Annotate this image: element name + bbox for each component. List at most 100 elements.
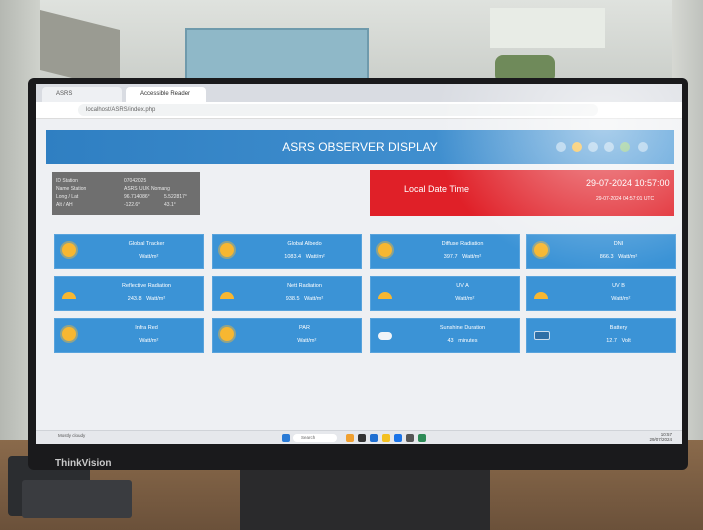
address-bar: localhost/ASRS/index.php (36, 102, 682, 119)
sensor-card: PAR Watt/m² (212, 318, 362, 353)
sensor-label: Diffuse Radiation (441, 241, 484, 247)
sensor-value: 866.3 Watt/m² (566, 254, 671, 260)
sensor-label: Global Albedo (287, 241, 322, 247)
monitor-screen: ASRS Accessible Reader localhost/ASRS/in… (36, 84, 682, 444)
start-icon[interactable] (282, 434, 290, 442)
sunset-icon (62, 292, 76, 299)
app-icon-2[interactable] (418, 434, 426, 442)
sensor-value: 938.5 Watt/m² (252, 296, 357, 302)
sensor-unit: Watt/m² (297, 338, 317, 344)
header-icon-3[interactable] (588, 142, 598, 152)
sensor-card: Infra Red Watt/m² (54, 318, 204, 353)
sensor-label: Nett Radiation (287, 283, 322, 289)
sensor-label: Infra Red (135, 325, 158, 331)
sensor-unit: Watt/m² (462, 254, 482, 260)
sensor-label: Global Tracker (128, 241, 165, 247)
sensor-value: 12.7 Volt (566, 338, 671, 344)
explorer-icon[interactable] (382, 434, 390, 442)
local-datetime-panel: Local Date Time 29-07-2024 10:57:00 29-0… (370, 170, 674, 216)
taskbar-search[interactable]: Search (293, 434, 337, 442)
sunset-icon (378, 292, 392, 299)
sensor-card: Global Tracker Watt/m² (54, 234, 204, 269)
sensor-value: Watt/m² (566, 296, 671, 302)
dashboard-header: ASRS OBSERVER DISPLAY (46, 130, 674, 164)
sensor-label: DNI (613, 241, 624, 247)
sensor-label: UV A (456, 283, 469, 289)
sunset-icon (220, 292, 234, 299)
sensor-card: Global Albedo 1083.4 Watt/m² (212, 234, 362, 269)
sensor-unit: Volt (621, 338, 631, 344)
header-icon-1[interactable] (556, 142, 566, 152)
sensor-number: 397.7 (443, 254, 458, 260)
sensor-label: Sunshine Duration (439, 325, 486, 331)
weather-widget[interactable]: Mostly cloudy (58, 433, 85, 438)
sensor-value: 243.8 Watt/m² (94, 296, 199, 302)
taskview-icon[interactable] (358, 434, 366, 442)
widgets-icon[interactable] (346, 434, 354, 442)
sunset-icon (534, 292, 548, 299)
sensor-unit: Watt/m² (139, 254, 159, 260)
sun-icon[interactable] (572, 142, 582, 152)
sensor-card: DNI 866.3 Watt/m² (526, 234, 676, 269)
sun-icon (378, 243, 392, 257)
header-icon-5[interactable] (620, 142, 630, 152)
sensor-label: UV B (612, 283, 625, 289)
sensor-card: Reflective Radiation 243.8 Watt/m² (54, 276, 204, 311)
room-window (490, 8, 605, 48)
sensor-unit: Watt/m² (611, 296, 631, 302)
url-input[interactable]: localhost/ASRS/index.php (78, 104, 598, 116)
station-row: ID Station 07042025 (56, 178, 147, 184)
sensor-card: Battery 12.7 Volt (526, 318, 676, 353)
edge-icon[interactable] (370, 434, 378, 442)
sun-icon (534, 243, 548, 257)
datetime-label: Local Date Time (404, 184, 470, 194)
browser-tab-2[interactable]: Accessible Reader (126, 87, 206, 102)
sensor-number: 1083.4 (284, 254, 302, 260)
sensor-number: 243.8 (127, 296, 142, 302)
monitor-stand (240, 462, 490, 530)
browser-tabbar: ASRS Accessible Reader (36, 84, 682, 102)
station-info-panel: ID Station 07042025 Name Station ASRS UU… (52, 172, 200, 215)
windows-taskbar: Mostly cloudy Search 10:57 29/07/2024 (36, 430, 682, 444)
sun-icon (62, 327, 76, 341)
sensor-label: Battery (609, 325, 628, 331)
datetime-utc: 29-07-2024 04:57:01 UTC (596, 196, 655, 202)
sensor-value: 397.7 Watt/m² (410, 254, 515, 260)
sensor-unit: Watt/m² (455, 296, 475, 302)
sensor-number: 12.7 (606, 338, 617, 344)
sensor-value: 43 minutes (410, 338, 515, 344)
header-icon-6[interactable] (638, 142, 648, 152)
station-row: Long / Lat 96.714086° 5.522817° (56, 194, 187, 200)
sensor-unit: minutes (458, 338, 478, 344)
sensor-value: Watt/m² (94, 254, 199, 260)
sensor-value: Watt/m² (252, 338, 357, 344)
wall-poster (185, 28, 369, 84)
sensor-unit: Watt/m² (618, 254, 638, 260)
sensor-number: 866.3 (599, 254, 614, 260)
sensor-label: Reflective Radiation (122, 283, 171, 289)
taskbar-clock[interactable]: 10:57 29/07/2024 (622, 432, 672, 442)
sensor-unit: Watt/m² (139, 338, 159, 344)
cloud-icon (378, 332, 392, 340)
sensor-unit: Watt/m² (305, 254, 325, 260)
battery-icon (534, 331, 550, 340)
datetime-value: 29-07-2024 10:57:00 (586, 178, 670, 188)
sensor-card: UV A Watt/m² (370, 276, 520, 311)
sensor-value: Watt/m² (94, 338, 199, 344)
sun-icon (220, 327, 234, 341)
browser-tab-1[interactable]: ASRS (42, 87, 122, 102)
desk-device-2 (22, 480, 132, 518)
sensor-value: 1083.4 Watt/m² (252, 254, 357, 260)
sensor-card: Nett Radiation 938.5 Watt/m² (212, 276, 362, 311)
station-row: Alt / AH -122.6° 43.1° (56, 202, 176, 208)
sensor-number: 938.5 (285, 296, 300, 302)
sun-icon (62, 243, 76, 257)
sensor-number: 43 (447, 338, 454, 344)
header-icon-4[interactable] (604, 142, 614, 152)
chrome-icon[interactable] (394, 434, 402, 442)
sun-icon (220, 243, 234, 257)
app-icon[interactable] (406, 434, 414, 442)
sensor-card: Sunshine Duration 43 minutes (370, 318, 520, 353)
sensor-value: Watt/m² (410, 296, 515, 302)
sensor-unit: Watt/m² (304, 296, 324, 302)
